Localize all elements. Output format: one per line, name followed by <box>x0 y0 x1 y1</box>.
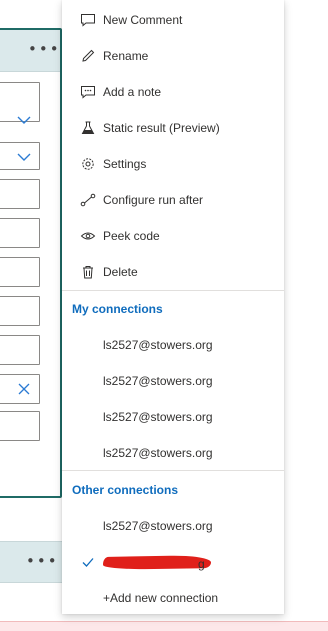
run-after-icon <box>80 193 96 207</box>
text-field[interactable] <box>0 179 40 209</box>
note-icon <box>81 86 95 99</box>
menu-item-static-result[interactable]: Static result (Preview) <box>62 110 284 146</box>
menu-item-new-comment[interactable]: New Comment <box>62 2 284 38</box>
menu-item-label: Rename <box>103 49 149 63</box>
text-field[interactable] <box>0 218 40 248</box>
menu-item-label: Static result (Preview) <box>103 121 220 135</box>
context-menu: New Comment Rename Add a note Static res… <box>62 0 284 614</box>
connection-item[interactable]: ls2527@stowers.org <box>103 446 213 460</box>
error-banner <box>0 621 328 631</box>
comment-icon <box>81 14 95 27</box>
text-field[interactable] <box>0 296 40 326</box>
flask-icon <box>81 121 95 134</box>
chevron-down-icon <box>17 116 31 124</box>
menu-item-label: Peek code <box>103 229 160 243</box>
connection-item[interactable]: ls2527@stowers.org <box>103 410 213 424</box>
pencil-icon <box>82 49 95 62</box>
chevron-down-icon <box>17 153 31 161</box>
gear-icon <box>82 158 94 170</box>
more-options-icon[interactable]: ••• <box>26 554 59 569</box>
text-field[interactable] <box>0 374 40 404</box>
connection-item[interactable]: ls2527@stowers.org <box>103 374 213 388</box>
menu-item-delete[interactable]: Delete <box>62 254 284 290</box>
more-options-icon[interactable]: ••• <box>28 42 61 57</box>
action-card: ••• <box>0 28 62 498</box>
clear-icon[interactable] <box>17 382 31 396</box>
menu-item-settings[interactable]: Settings <box>62 146 284 182</box>
connection-item[interactable]: ls2527@stowers.org <box>103 519 213 533</box>
connection-item-selected-tail: g <box>198 557 205 571</box>
menu-item-label: New Comment <box>103 13 183 27</box>
connection-item[interactable]: ls2527@stowers.org <box>103 338 213 352</box>
text-field[interactable] <box>0 411 40 441</box>
trash-icon <box>83 266 93 279</box>
eye-icon <box>80 232 96 240</box>
menu-item-label: Delete <box>103 265 138 279</box>
other-connections-heading: Other connections <box>72 483 179 497</box>
checkmark-icon <box>82 558 94 567</box>
dropdown-field[interactable] <box>0 142 40 170</box>
menu-item-configure-run-after[interactable]: Configure run after <box>62 182 284 218</box>
menu-item-rename[interactable]: Rename <box>62 38 284 74</box>
menu-item-add-note[interactable]: Add a note <box>62 74 284 110</box>
menu-divider <box>62 470 284 471</box>
redacted-connection[interactable] <box>102 555 212 570</box>
menu-item-label: Settings <box>103 157 147 171</box>
dropdown-field[interactable] <box>0 82 40 124</box>
action-card-header[interactable]: ••• <box>0 30 60 72</box>
action-card-header[interactable]: ••• <box>0 541 62 583</box>
my-connections-heading: My connections <box>72 302 163 316</box>
menu-item-label: Add a note <box>103 85 162 99</box>
text-field[interactable] <box>0 257 40 287</box>
text-field[interactable] <box>0 335 40 365</box>
menu-divider <box>62 290 284 291</box>
add-new-connection-button[interactable]: +Add new connection <box>103 591 218 605</box>
menu-item-peek-code[interactable]: Peek code <box>62 218 284 254</box>
menu-item-label: Configure run after <box>103 193 204 207</box>
